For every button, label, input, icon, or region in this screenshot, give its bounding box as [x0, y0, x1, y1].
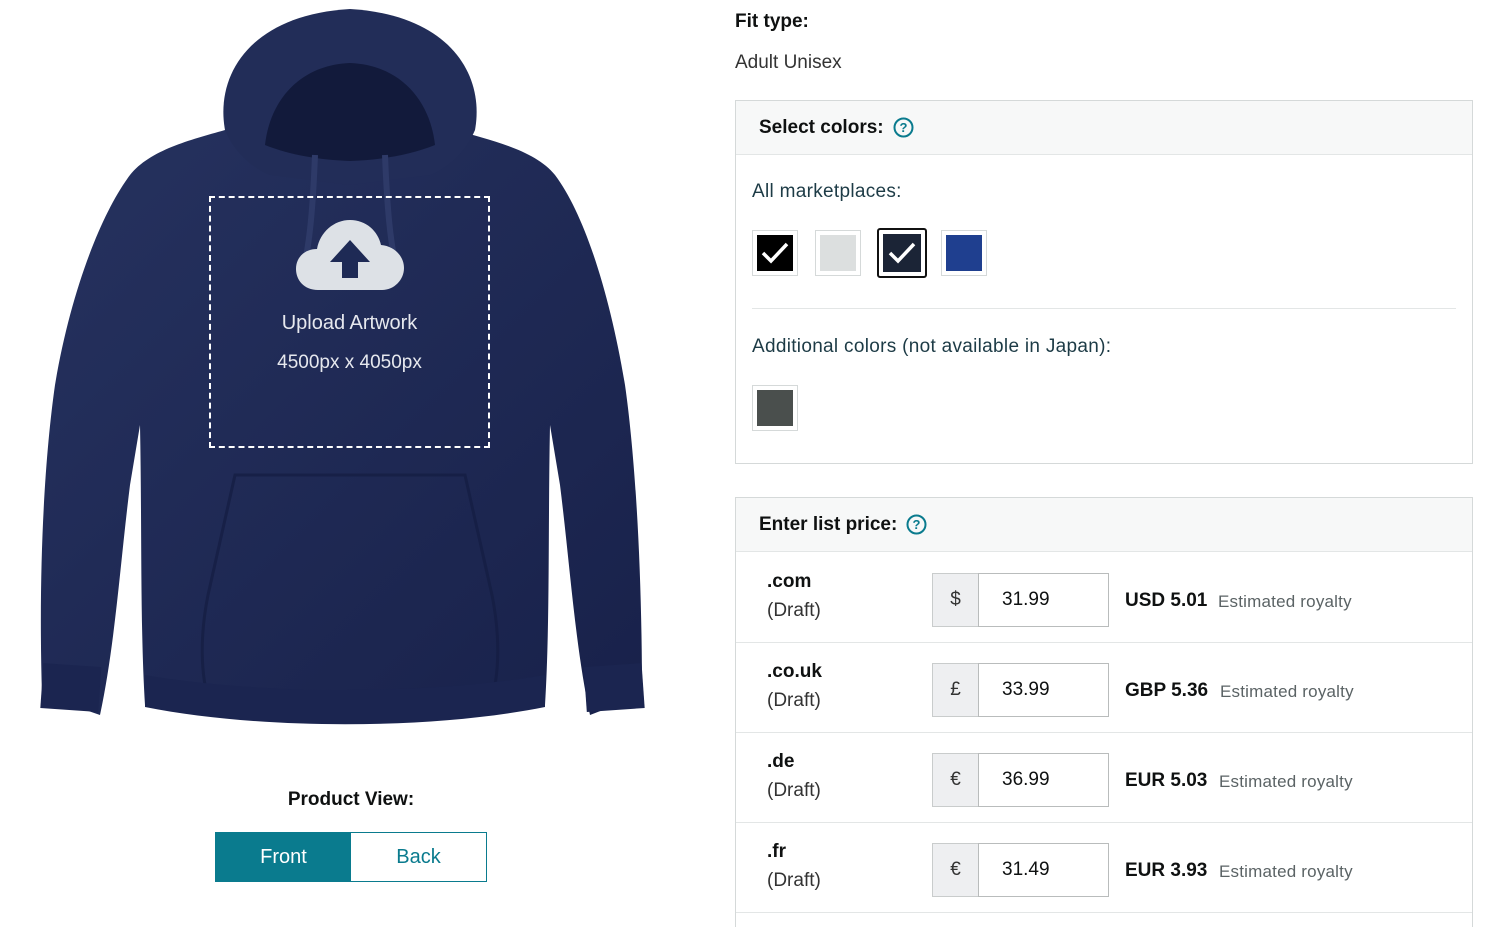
all-marketplaces-label: All marketplaces: — [752, 181, 902, 202]
checkmark-icon — [761, 242, 789, 264]
marketplace-status: (Draft) — [767, 690, 821, 711]
royalty-amount: EUR 3.93 — [1125, 860, 1208, 881]
marketplace-status: (Draft) — [767, 870, 821, 891]
royalty-amount: USD 5.01 — [1125, 590, 1208, 611]
color-swatch-heather-grey[interactable] — [815, 230, 861, 276]
royalty-label: Estimated royalty — [1218, 592, 1352, 611]
back-view-button[interactable]: Back — [351, 833, 486, 881]
additional-colors-label: Additional colors (not available in Japa… — [752, 336, 1112, 357]
marketplace-name: .com — [767, 571, 812, 592]
fit-type-value: Adult Unisex — [735, 52, 842, 73]
royalty-amount: EUR 5.03 — [1125, 770, 1208, 791]
price-row-com: .com (Draft) $ USD 5.01 Estimated royalt… — [736, 553, 1472, 643]
list-price-header: Enter list price: ? — [736, 498, 1472, 552]
marketplace-status: (Draft) — [767, 600, 821, 621]
color-swatch-black[interactable] — [752, 230, 798, 276]
upload-artwork-area[interactable]: Upload Artwork 4500px x 4050px — [209, 196, 490, 448]
price-row-de: .de (Draft) € EUR 5.03 Estimated royalty — [736, 733, 1472, 823]
marketplace-name: .fr — [767, 841, 786, 862]
help-icon[interactable]: ? — [893, 117, 914, 138]
price-input-de[interactable] — [978, 753, 1109, 807]
price-input-com[interactable] — [978, 573, 1109, 627]
list-price-panel: Enter list price: ? .com (Draft) $ USD 5… — [735, 497, 1473, 927]
price-input-co-uk[interactable] — [978, 663, 1109, 717]
product-preview: Upload Artwork 4500px x 4050px Product V… — [0, 0, 700, 919]
svg-text:?: ? — [913, 517, 921, 532]
royalty-label: Estimated royalty — [1219, 862, 1353, 881]
cloud-upload-icon — [295, 220, 404, 290]
royalty-label: Estimated royalty — [1220, 682, 1354, 701]
price-row-fr: .fr (Draft) € EUR 3.93 Estimated royalty — [736, 823, 1472, 913]
fit-type-label: Fit type: — [735, 11, 809, 32]
royalty-amount: GBP 5.36 — [1125, 680, 1209, 701]
product-view-label: Product View: — [287, 789, 415, 810]
help-icon[interactable]: ? — [906, 514, 927, 535]
currency-symbol: $ — [932, 573, 978, 627]
color-swatch-charcoal-heather[interactable] — [752, 385, 798, 431]
svg-text:?: ? — [899, 120, 907, 135]
upload-artwork-title: Upload Artwork — [281, 312, 418, 334]
marketplace-name: .de — [767, 751, 795, 772]
checkmark-icon — [888, 242, 916, 264]
select-colors-title: Select colors: — [759, 116, 884, 138]
select-colors-header: Select colors: ? — [736, 101, 1472, 155]
currency-symbol: € — [932, 843, 978, 897]
color-swatch-royal-blue[interactable] — [941, 230, 987, 276]
list-price-title: Enter list price: — [759, 513, 898, 535]
marketplace-status: (Draft) — [767, 780, 821, 801]
upload-artwork-size: 4500px x 4050px — [277, 352, 422, 373]
select-colors-panel: Select colors: ? All marketplaces: Addit… — [735, 100, 1473, 464]
royalty-label: Estimated royalty — [1219, 772, 1353, 791]
currency-symbol: € — [932, 753, 978, 807]
price-input-fr[interactable] — [978, 843, 1109, 897]
currency-symbol: £ — [932, 663, 978, 717]
price-row-co-uk: .co.uk (Draft) £ GBP 5.36 Estimated roya… — [736, 643, 1472, 733]
color-swatch-navy[interactable] — [877, 228, 927, 278]
front-view-button[interactable]: Front — [216, 833, 351, 881]
product-view-toggle: Front Back — [215, 832, 487, 882]
marketplace-name: .co.uk — [767, 661, 822, 682]
divider — [752, 308, 1456, 309]
